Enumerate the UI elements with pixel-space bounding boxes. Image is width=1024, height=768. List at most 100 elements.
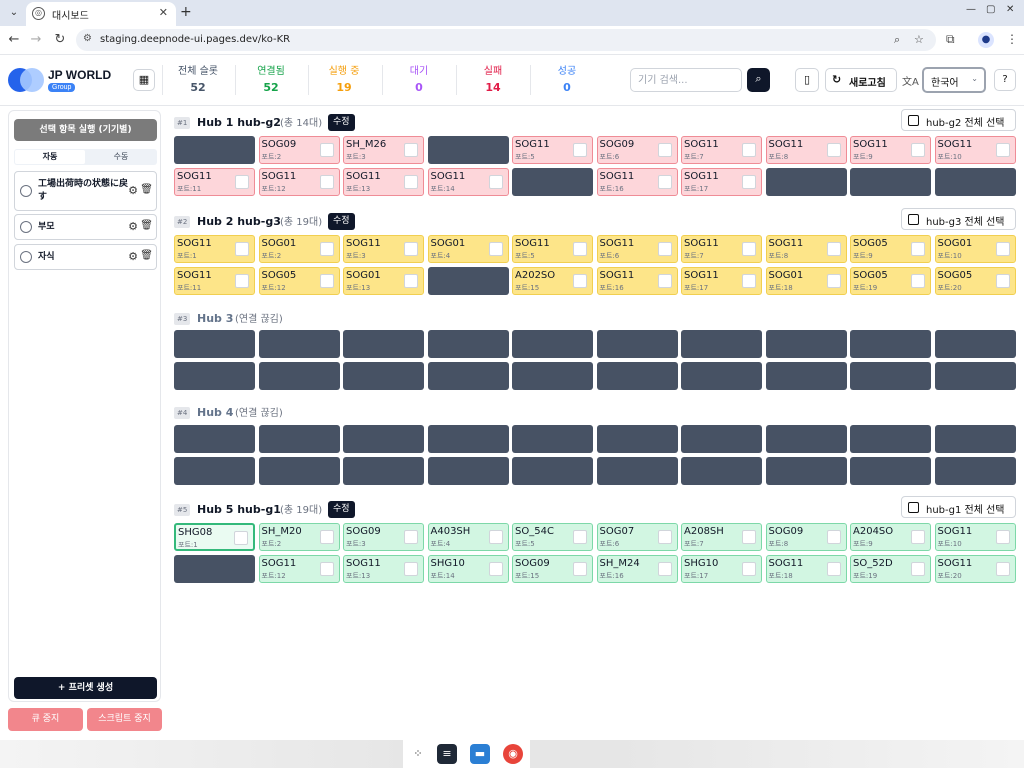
checkbox[interactable] <box>657 143 672 157</box>
device-slot[interactable]: SOG09 포트:2 <box>258 136 340 164</box>
site-info-icon[interactable]: ⚙ <box>83 33 92 44</box>
device-slot[interactable]: SOG01 포트:10 <box>934 235 1016 263</box>
checkbox[interactable] <box>235 242 249 256</box>
device-slot[interactable]: SOG11 포트:7 <box>681 235 762 263</box>
checkbox[interactable] <box>995 530 1010 544</box>
device-slot[interactable]: SHG10 포트:14 <box>427 555 509 583</box>
settings-app-icon[interactable]: ≡ <box>437 744 457 764</box>
device-slot[interactable]: SOG05 포트:9 <box>850 235 931 263</box>
launcher-icon[interactable]: ⁘ <box>408 744 428 764</box>
device-slot[interactable]: SOG05 포트:20 <box>934 267 1016 295</box>
checkbox[interactable] <box>995 562 1010 576</box>
checkbox[interactable] <box>826 562 841 576</box>
hub-select-all[interactable]: hub-g2 전체 선택 <box>901 109 1016 131</box>
gear-icon[interactable]: ⚙ <box>128 250 138 263</box>
script-stop-button[interactable]: 스크립트 중지 <box>87 708 162 731</box>
forward-icon[interactable]: → <box>28 32 44 47</box>
checkbox[interactable] <box>573 562 587 576</box>
checkbox[interactable] <box>911 242 925 256</box>
device-slot[interactable]: SHG08 포트:1 <box>174 523 255 551</box>
device-slot[interactable]: SOG11 포트:14 <box>427 168 509 196</box>
checkbox[interactable] <box>573 530 587 544</box>
device-slot[interactable]: SOG11 포트:8 <box>765 235 847 263</box>
calendar-icon[interactable]: ▦ <box>133 69 155 91</box>
checkbox[interactable] <box>908 502 919 513</box>
checkbox[interactable] <box>319 242 334 256</box>
checkbox[interactable] <box>995 274 1010 288</box>
gear-icon[interactable]: ⚙ <box>128 184 138 197</box>
device-slot[interactable]: SOG11 포트:6 <box>596 235 678 263</box>
checkbox[interactable] <box>995 143 1010 157</box>
checkbox[interactable] <box>573 242 587 256</box>
checkbox[interactable] <box>319 143 334 157</box>
refresh-button[interactable]: ↻ 새로고침 <box>825 68 897 92</box>
checkbox[interactable] <box>319 530 334 544</box>
checkbox[interactable] <box>742 175 756 189</box>
search-icon[interactable]: ⌕ <box>747 68 770 92</box>
document-icon[interactable]: ▯ <box>795 68 819 92</box>
hub-edit-button[interactable]: 수정 <box>328 213 355 230</box>
checkbox[interactable] <box>826 143 841 157</box>
checkbox[interactable] <box>235 175 249 189</box>
radio-button[interactable] <box>20 221 32 233</box>
checkbox[interactable] <box>404 175 418 189</box>
device-slot[interactable]: SHG10 포트:17 <box>681 555 762 583</box>
device-slot[interactable]: SH_M20 포트:2 <box>258 523 340 551</box>
reload-icon[interactable]: ↻ <box>52 32 68 47</box>
preset-item[interactable]: 工場出荷時の状態に戻す ⚙ 🗑 <box>14 171 157 211</box>
device-slot[interactable]: SOG11 포트:20 <box>934 555 1016 583</box>
checkbox[interactable] <box>742 274 756 288</box>
device-slot[interactable]: SOG11 포트:11 <box>174 267 255 295</box>
close-icon[interactable]: ✕ <box>159 6 168 19</box>
checkbox[interactable] <box>404 274 418 288</box>
checkbox[interactable] <box>235 274 249 288</box>
tab-auto[interactable]: 자동 <box>15 150 85 164</box>
device-slot[interactable]: SOG11 포트:5 <box>512 235 593 263</box>
device-slot[interactable]: SOG09 포트:8 <box>765 523 847 551</box>
checkbox[interactable] <box>826 242 841 256</box>
device-slot[interactable]: SOG11 포트:12 <box>258 168 340 196</box>
bookmark-star-icon[interactable]: ☆ <box>914 33 924 46</box>
device-slot[interactable]: SOG05 포트:19 <box>850 267 931 295</box>
checkbox[interactable] <box>742 143 756 157</box>
device-slot[interactable]: SOG11 포트:7 <box>681 136 762 164</box>
checkbox[interactable] <box>911 562 925 576</box>
device-slot[interactable]: SOG11 포트:10 <box>934 136 1016 164</box>
device-slot[interactable]: SOG11 포트:5 <box>512 136 593 164</box>
device-slot[interactable]: SOG11 포트:12 <box>258 555 340 583</box>
extensions-icon[interactable]: ⧉ <box>946 32 955 47</box>
device-slot[interactable]: A403SH 포트:4 <box>427 523 509 551</box>
checkbox[interactable] <box>573 143 587 157</box>
hub-select-all[interactable]: hub-g1 전체 선택 <box>901 496 1016 518</box>
device-slot[interactable]: SOG11 포트:11 <box>174 168 255 196</box>
checkbox[interactable] <box>488 562 503 576</box>
checkbox[interactable] <box>657 562 672 576</box>
tab-manual[interactable]: 수동 <box>86 150 156 164</box>
device-search-input[interactable] <box>630 68 742 92</box>
device-slot[interactable]: SOG11 포트:1 <box>174 235 255 263</box>
minimize-icon[interactable]: — <box>966 4 976 15</box>
checkbox[interactable] <box>488 175 503 189</box>
browser-menu-icon[interactable]: ⋮ <box>1006 32 1018 46</box>
checkbox[interactable] <box>911 143 925 157</box>
device-slot[interactable]: SO_54C 포트:5 <box>512 523 593 551</box>
checkbox[interactable] <box>911 530 925 544</box>
checkbox[interactable] <box>657 242 672 256</box>
device-slot[interactable]: SOG07 포트:6 <box>596 523 678 551</box>
window-close-icon[interactable]: ✕ <box>1006 4 1014 15</box>
checkbox[interactable] <box>488 530 503 544</box>
hub-edit-button[interactable]: 수정 <box>328 501 355 518</box>
checkbox[interactable] <box>995 242 1010 256</box>
device-slot[interactable]: SOG11 포트:17 <box>681 267 762 295</box>
checkbox[interactable] <box>404 143 418 157</box>
device-slot[interactable]: SOG11 포트:18 <box>765 555 847 583</box>
device-slot[interactable]: SOG11 포트:3 <box>343 235 424 263</box>
device-slot[interactable]: SOG11 포트:8 <box>765 136 847 164</box>
checkbox[interactable] <box>911 274 925 288</box>
device-slot[interactable]: SOG01 포트:2 <box>258 235 340 263</box>
device-slot[interactable]: A204SO 포트:9 <box>850 523 931 551</box>
checkbox[interactable] <box>826 530 841 544</box>
radio-button[interactable] <box>20 185 32 197</box>
checkbox[interactable] <box>908 214 919 225</box>
browser-tab[interactable]: ◎ 대시보드 ✕ <box>26 2 176 26</box>
